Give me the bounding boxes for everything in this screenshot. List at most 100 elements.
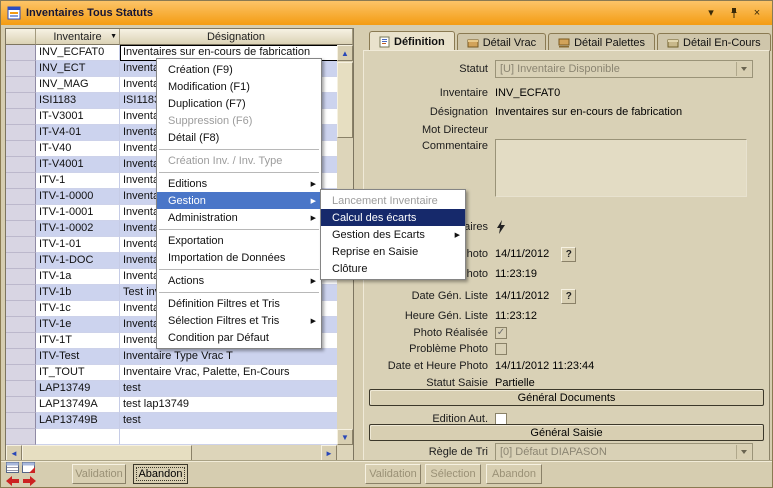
chevron-down-icon[interactable]: [736, 445, 751, 459]
menu-item-editions[interactable]: Editions▶: [157, 175, 321, 192]
gestion-submenu: Lancement Inventaire Calcul des écarts G…: [320, 189, 466, 280]
cell-designation: [120, 429, 339, 445]
submenu-item-gestion-ecarts[interactable]: Gestion des Ecarts▶: [321, 226, 465, 243]
cell-inventaire: LAP13749B: [36, 413, 120, 429]
table-edit-icon[interactable]: [22, 462, 36, 474]
submenu-item-reprise-saisie[interactable]: Reprise en Saisie: [321, 243, 465, 260]
titlebar: Inventaires Tous Statuts ▾ ×: [1, 1, 772, 25]
lightning-icon[interactable]: [495, 220, 507, 234]
header-designation[interactable]: Désignation: [120, 29, 353, 45]
cell-inventaire: INV_ECFAT0: [36, 45, 120, 61]
scroll-right-icon[interactable]: ►: [321, 445, 337, 461]
tab-definition[interactable]: Définition: [369, 31, 455, 51]
cell-designation: test lap13749: [120, 397, 339, 413]
menu-item-detail[interactable]: Détail (F8): [157, 129, 321, 146]
header-gutter: [6, 29, 36, 45]
red-arrow-left-icon[interactable]: [6, 475, 20, 487]
field-label: Photo Réalisée: [368, 327, 488, 339]
table-row[interactable]: LAP13749Btest: [6, 413, 339, 429]
submenu-item-cloture[interactable]: Clôture: [321, 260, 465, 277]
field-label: Heure Gén. Liste: [368, 310, 488, 322]
abandon-button-right: Abandon: [486, 464, 542, 484]
menu-item-label: Définition Filtres et Tris: [168, 298, 280, 310]
table-row[interactable]: IT_TOUTInventaire Vrac, Palette, En-Cour…: [6, 365, 339, 381]
menu-item-gestion[interactable]: Gestion▶: [157, 192, 321, 209]
tab-detail-en-cours[interactable]: Détail En-Cours: [657, 33, 771, 51]
help-button[interactable]: ?: [561, 247, 576, 262]
cell-inventaire: IT-V4-01: [36, 125, 120, 141]
cell-inventaire: ITV-1-0001: [36, 205, 120, 221]
row-gutter: [6, 349, 36, 365]
vertical-scroll-thumb[interactable]: [337, 62, 353, 138]
regle-de-tri-select[interactable]: [0] Défaut DIAPASON: [495, 443, 753, 461]
help-button[interactable]: ?: [561, 289, 576, 304]
field-date-gen-liste: Date Gén. Liste 14/11/2012 ?: [368, 287, 767, 305]
menu-item-label: Gestion des Ecarts: [332, 229, 425, 241]
field-value: Partielle: [495, 377, 535, 389]
menu-item-creation[interactable]: Création (F9): [157, 61, 321, 78]
menu-item-label: Actions: [168, 275, 204, 287]
table-row[interactable]: [6, 429, 339, 445]
photo-realisee-checkbox[interactable]: ✓: [495, 327, 507, 339]
menu-item-importation[interactable]: Importation de Données: [157, 249, 321, 266]
chevron-down-icon[interactable]: [736, 62, 751, 76]
field-statut: Statut [U] Inventaire Disponible: [368, 60, 767, 78]
tab-detail-palettes[interactable]: Détail Palettes: [548, 33, 655, 51]
field-label: Date et Heure Photo: [368, 360, 488, 372]
menu-item-administration[interactable]: Administration▶: [157, 209, 321, 226]
submenu-item-calcul-ecarts[interactable]: Calcul des écarts: [321, 209, 465, 226]
abandon-button-left[interactable]: Abandon: [133, 464, 188, 484]
row-gutter: [6, 205, 36, 221]
cell-inventaire: IT-V4001: [36, 157, 120, 173]
table-row[interactable]: LAP13749test: [6, 381, 339, 397]
table-small-icon[interactable]: [6, 462, 20, 474]
menu-item-label: Calcul des écarts: [332, 212, 416, 224]
selection-button-right: Sélection: [425, 464, 481, 484]
cell-designation: Inventaire Type Vrac T: [120, 349, 339, 365]
statut-select[interactable]: [U] Inventaire Disponible: [495, 60, 753, 78]
menu-item-actions[interactable]: Actions▶: [157, 272, 321, 289]
tab-detail-vrac[interactable]: Détail Vrac: [457, 33, 546, 51]
scroll-up-icon[interactable]: ▲: [337, 45, 353, 61]
table-row[interactable]: LAP13749Atest lap13749: [6, 397, 339, 413]
submenu-arrow-icon: ▶: [311, 214, 316, 222]
menu-item-label: Suppression (F6): [168, 115, 252, 127]
menu-item-exportation[interactable]: Exportation: [157, 232, 321, 249]
row-gutter: [6, 317, 36, 333]
menu-item-modification[interactable]: Modification (F1): [157, 78, 321, 95]
scroll-track[interactable]: [192, 445, 321, 461]
scroll-left-icon[interactable]: ◄: [6, 445, 22, 461]
pin-icon[interactable]: [725, 5, 743, 21]
field-value: 11:23:19: [495, 268, 537, 280]
commentaire-textarea[interactable]: [495, 139, 747, 197]
horizontal-scrollbar[interactable]: ◄ ►: [6, 445, 337, 461]
horizontal-scroll-thumb[interactable]: [22, 445, 192, 461]
header-inventaire[interactable]: Inventaire ▼: [36, 29, 120, 45]
menu-item-selection-filtres[interactable]: Sélection Filtres et Tris▶: [157, 312, 321, 329]
general-documents-button[interactable]: Général Documents: [369, 389, 764, 406]
context-menu: Création (F9) Modification (F1) Duplicat…: [156, 58, 322, 349]
cell-inventaire: ITV-1-0000: [36, 189, 120, 205]
probleme-photo-checkbox[interactable]: [495, 343, 507, 355]
menu-item-creation-inv-type: Création Inv. / Inv. Type: [157, 152, 321, 169]
minimize-icon[interactable]: ▾: [702, 5, 720, 21]
menu-item-duplication[interactable]: Duplication (F7): [157, 95, 321, 112]
field-label: Commentaire: [368, 139, 488, 153]
row-gutter: [6, 333, 36, 349]
row-gutter: [6, 413, 36, 429]
row-gutter: [6, 61, 36, 77]
red-arrow-right-icon[interactable]: [22, 475, 36, 487]
cell-designation: test: [120, 381, 339, 397]
row-gutter: [6, 253, 36, 269]
menu-item-label: Modification (F1): [168, 81, 250, 93]
scroll-down-icon[interactable]: ▼: [337, 429, 353, 445]
menu-item-label: Reprise en Saisie: [332, 246, 418, 258]
close-icon[interactable]: ×: [748, 5, 766, 21]
menu-item-condition-defaut[interactable]: Condition par Défaut: [157, 329, 321, 346]
menu-item-label: Clôture: [332, 263, 367, 275]
cell-inventaire: LAP13749A: [36, 397, 120, 413]
menu-item-definition-filtres[interactable]: Définition Filtres et Tris: [157, 295, 321, 312]
cell-inventaire: ITV-Test: [36, 349, 120, 365]
general-saisie-button[interactable]: Général Saisie: [369, 424, 764, 441]
table-row[interactable]: ITV-TestInventaire Type Vrac T: [6, 349, 339, 365]
